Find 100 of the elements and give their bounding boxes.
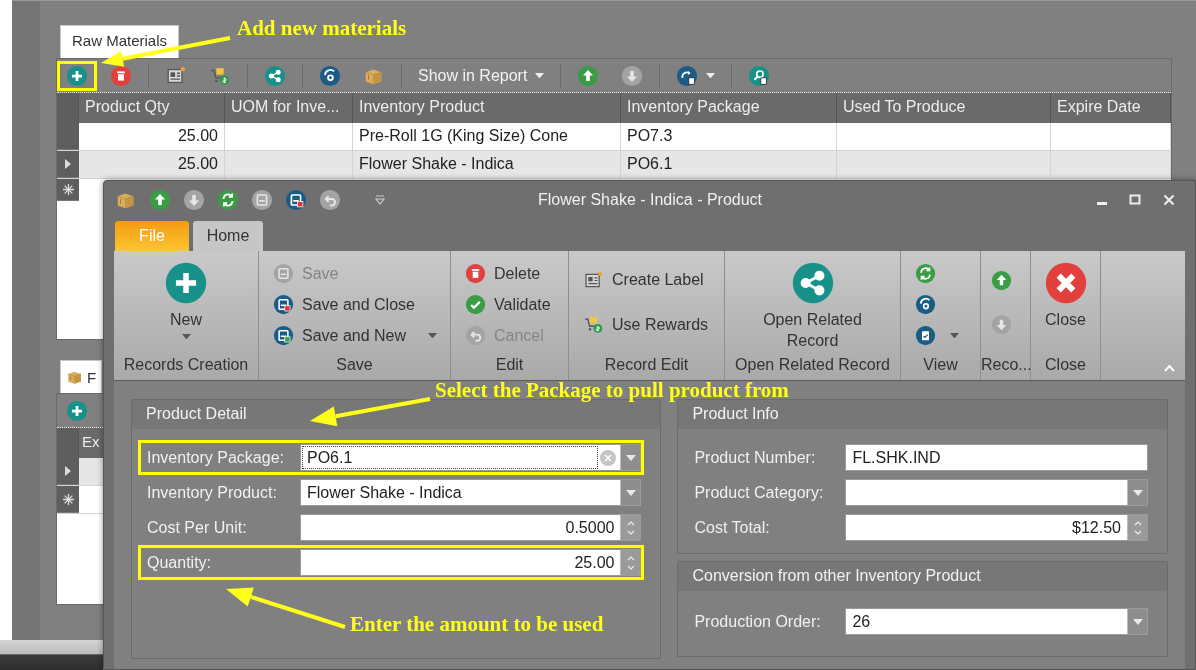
chevron-up-icon — [1164, 364, 1175, 372]
plus-icon — [66, 399, 88, 422]
row-indicator[interactable] — [57, 179, 79, 201]
dropdown-field[interactable]: 26 — [845, 608, 1148, 635]
grid-row[interactable]: 25.00 Flower Shake - Indica PO6.1 — [57, 151, 1171, 179]
caret-icon — [428, 332, 438, 339]
row-indicator[interactable] — [57, 458, 79, 485]
delete-button[interactable]: Delete — [465, 258, 541, 289]
field-label: Cost Total: — [694, 518, 771, 537]
field-label: Product Category: — [694, 483, 825, 502]
refresh-button[interactable] — [217, 189, 239, 211]
refresh-icon — [915, 263, 936, 284]
undo-icon — [319, 189, 341, 211]
number-field[interactable]: 0.5000 — [300, 514, 642, 541]
close-icon — [1043, 261, 1088, 305]
caret-icon — [1132, 489, 1143, 496]
group-label: Open Related Record — [734, 355, 891, 376]
dropdown-field[interactable] — [845, 479, 1148, 506]
dropdown-button[interactable] — [620, 480, 641, 505]
table-cell: 25.00 — [79, 151, 225, 178]
close-button[interactable]: Close — [1043, 261, 1088, 330]
maximize-icon — [1129, 194, 1141, 206]
maximize-button[interactable] — [1129, 194, 1141, 206]
save-and-close-button[interactable]: Save and Close — [273, 289, 415, 320]
save-icon — [273, 263, 294, 284]
row-indicator[interactable] — [57, 151, 79, 178]
field-label: Product Number: — [694, 448, 817, 467]
save-icon — [273, 325, 294, 346]
collapse-ribbon-button[interactable] — [1164, 364, 1175, 372]
table-cell: PO6.1 — [621, 151, 837, 178]
close-icon — [1163, 194, 1175, 206]
ribbon-tab[interactable]: Home — [193, 221, 263, 251]
export-icon — [676, 64, 699, 87]
group-label: View — [922, 355, 959, 376]
group-label: Reco... — [981, 355, 1030, 376]
number-field[interactable]: $12.50 — [845, 514, 1148, 541]
show-in-report-menu[interactable]: Show in Report — [409, 60, 554, 91]
dropdown-button[interactable] — [620, 445, 641, 470]
field-label: Inventory Package: — [147, 448, 285, 467]
spinner-icon — [626, 555, 635, 570]
caret-icon — [950, 332, 959, 339]
share-button[interactable]: Open Related Record — [752, 261, 873, 351]
spinner-button[interactable] — [620, 550, 641, 575]
customize-toolbar-button[interactable] — [375, 195, 385, 205]
dropdown-field[interactable]: PO6.1 — [300, 444, 642, 471]
document-tab[interactable]: F — [60, 360, 103, 393]
group-label: Records Creation — [122, 355, 250, 376]
refresh-icon — [217, 189, 239, 211]
rewards-button[interactable]: Use Rewards — [583, 309, 709, 341]
window-title: Flower Shake - Indica - Product — [537, 191, 763, 209]
close-window-button[interactable] — [1163, 194, 1175, 206]
row-indicator[interactable] — [57, 486, 79, 513]
search-icon — [748, 64, 771, 87]
add-button[interactable] — [57, 60, 97, 91]
spinner-button[interactable] — [620, 515, 641, 540]
caret-icon — [625, 489, 636, 496]
clipboard-icon — [915, 325, 936, 346]
number-field[interactable]: 25.00 — [300, 549, 642, 576]
table-cell: Flower Shake - Indica — [353, 151, 621, 178]
field-label: Cost Per Unit: — [147, 518, 248, 537]
spinner-icon — [626, 520, 635, 535]
caret-icon — [706, 72, 716, 79]
grid-row[interactable]: 25.00 Pre-Roll 1G (King Size) Cone PO7.3 — [57, 123, 1171, 151]
validate-button[interactable]: Validate — [465, 289, 551, 320]
create-label-button[interactable]: Create Label — [583, 264, 704, 296]
dropdown-button[interactable] — [1127, 609, 1147, 634]
group-label: Save — [335, 355, 374, 376]
group-label: Record Edit — [603, 355, 690, 376]
share-icon — [790, 261, 835, 305]
grid-row[interactable] — [57, 458, 103, 486]
document-tab[interactable]: Raw Materials — [60, 25, 180, 58]
save-and-close-button[interactable] — [285, 189, 307, 211]
plus-icon — [164, 261, 208, 305]
new-row-icon — [62, 184, 74, 195]
callout-text: Add new materials — [237, 16, 407, 41]
group-title: Product Info — [678, 400, 1167, 429]
undo-icon — [465, 325, 486, 346]
new-row-icon — [62, 493, 74, 505]
share-icon — [264, 64, 286, 87]
save-icon — [251, 189, 273, 211]
table-cell: PO7.3 — [621, 123, 837, 150]
field-label: Production Order: — [694, 612, 822, 631]
group-title: Conversion from other Inventory Product — [678, 562, 1167, 591]
save-icon — [285, 189, 307, 211]
input-field[interactable]: FL.SHK.IND — [845, 444, 1148, 471]
add-button[interactable]: New — [164, 261, 208, 340]
delete-icon — [110, 64, 132, 87]
spinner-button[interactable] — [1127, 515, 1147, 540]
save-and-new-button[interactable]: Save and New — [273, 320, 438, 351]
dropdown-field[interactable]: Flower Shake - Indica — [300, 479, 642, 506]
group-label: Edit — [494, 355, 525, 376]
delete-icon — [465, 263, 486, 284]
caret-icon — [181, 334, 191, 340]
move-up-button[interactable] — [149, 189, 171, 211]
field-label: Quantity: — [147, 553, 213, 572]
row-pointer-icon — [65, 159, 71, 169]
caret-icon — [625, 454, 636, 461]
spinner-icon — [1133, 520, 1142, 535]
dropdown-button[interactable] — [1127, 480, 1147, 505]
caret-icon — [535, 72, 545, 79]
